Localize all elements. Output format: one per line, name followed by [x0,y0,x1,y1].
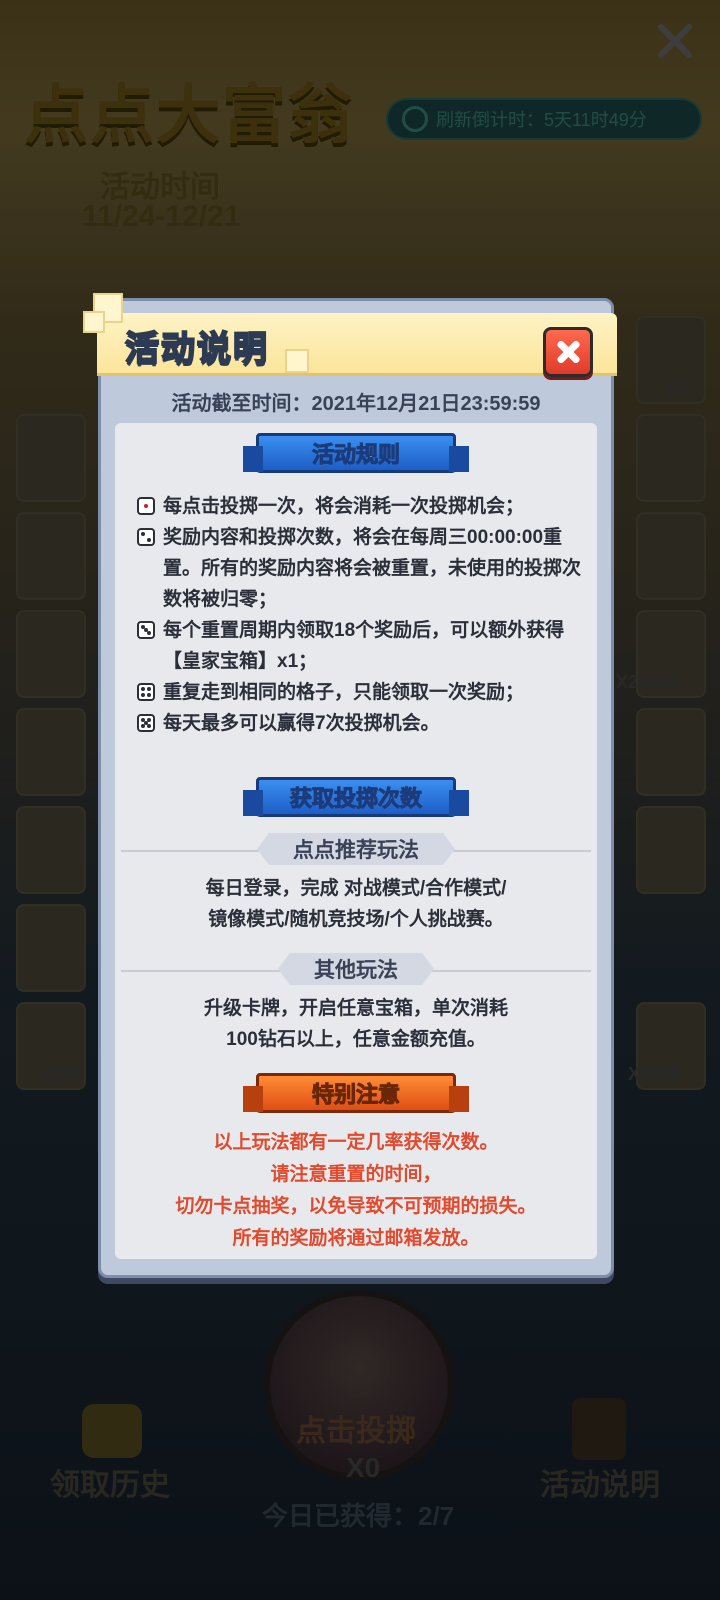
modal-title: 活动说明 [124,329,269,369]
rule-item: 每点击投掷一次，将会消耗一次投掷机会； [135,491,585,522]
other-label: 其他玩法 [278,953,434,985]
other-subhead: 其他玩法 [115,953,597,987]
rules-panel: 活动规则 每点击投掷一次，将会消耗一次投掷机会； 奖励内容和投掷次数，将会在每周… [115,423,597,1259]
decor-square [83,311,105,333]
notice-banner: 特别注意 [243,1073,469,1113]
notice-line: 切勿卡点抽奖，以免导致不可预期的损失。 [175,1196,537,1217]
dice-four-icon [137,683,155,701]
rule-text: 每个重置周期内领取18个奖励后，可以额外获得【皇家宝箱】x1； [163,620,565,672]
notice-line: 所有的奖励将通过邮箱发放。 [232,1228,480,1249]
rule-text: 每点击投掷一次，将会消耗一次投掷机会； [163,496,525,517]
dice-five-icon [137,714,155,732]
rule-text: 奖励内容和投掷次数，将会在每周三00:00:00重置。所有的奖励内容将会被重置，… [163,527,582,610]
rule-text: 重复走到相同的格子，只能领取一次奖励； [163,682,525,703]
dice-one-icon [137,497,155,515]
decor-square [285,349,309,373]
other-line: 100钻石以上，任意金额充值。 [226,1029,486,1050]
rule-item: 奖励内容和投掷次数，将会在每周三00:00:00重置。所有的奖励内容将会被重置，… [135,522,585,615]
rule-item: 每天最多可以赢得7次投掷机会。 [135,708,585,739]
get-rolls-banner: 获取投掷次数 [243,777,469,817]
notice-line: 以上玩法都有一定几率获得次数。 [213,1132,499,1153]
notice-line: 请注意重置的时间， [270,1164,442,1185]
dice-two-icon [137,528,155,546]
recommended-line: 镜像模式/随机竞技场/个人挑战赛。 [208,909,504,930]
recommended-subhead: 点点推荐玩法 [115,833,597,867]
dice-three-icon [137,621,155,639]
recommended-line: 每日登录，完成 对战模式/合作模式/ [205,878,507,899]
rules-list: 每点击投掷一次，将会消耗一次投掷机会； 奖励内容和投掷次数，将会在每周三00:0… [135,491,585,739]
rule-item: 每个重置周期内领取18个奖励后，可以额外获得【皇家宝箱】x1； [135,615,585,677]
modal-close-button[interactable] [543,327,593,377]
recommended-label: 点点推荐玩法 [257,833,455,865]
other-line: 升级卡牌，开启任意宝箱，单次消耗 [203,998,508,1019]
rules-banner: 活动规则 [243,433,469,473]
deadline-text: 活动截至时间：2021年12月21日23:59:59 [171,393,541,415]
rules-modal: 活动说明 活动截至时间：2021年12月21日23:59:59 活动规则 每点击… [83,293,617,1278]
rule-text: 每天最多可以赢得7次投掷机会。 [163,713,440,734]
rule-item: 重复走到相同的格子，只能领取一次奖励； [135,677,585,708]
modal-header: 活动说明 [97,313,617,377]
